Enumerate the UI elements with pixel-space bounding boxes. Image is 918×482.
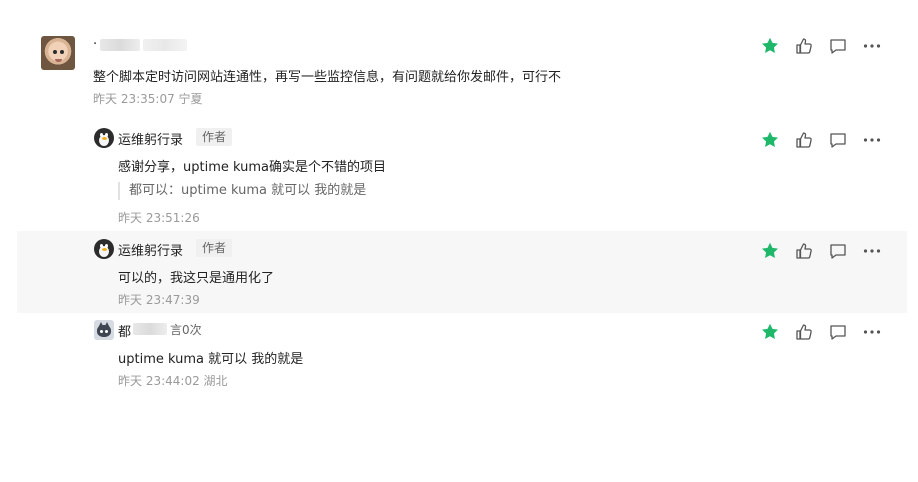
star-icon[interactable] [760, 322, 780, 342]
comment-actions [760, 36, 884, 56]
comment-time: 昨天 23:47:39 [118, 293, 200, 307]
blurred-author-extra [143, 39, 187, 51]
comment-text: 感谢分享，uptime kuma确实是个不错的项目 [118, 160, 386, 175]
author-avatar[interactable] [94, 128, 114, 148]
comment-time: 昨天 23:44:02 湖北 [118, 374, 228, 388]
comment-text: 可以的，我这只是通用化了 [118, 271, 275, 286]
star-icon[interactable] [760, 130, 780, 150]
author-name[interactable]: · [93, 37, 97, 52]
star-icon[interactable] [760, 36, 780, 56]
comment-time: 昨天 23:51:26 [118, 211, 200, 225]
comment-actions [760, 241, 884, 261]
thumbs-up-icon[interactable] [794, 130, 814, 150]
user-avatar[interactable] [41, 36, 75, 70]
more-icon[interactable] [862, 130, 882, 150]
author-name[interactable]: 运维躬行录 [118, 240, 183, 259]
author-avatar[interactable] [94, 320, 114, 340]
comment-icon[interactable] [828, 241, 848, 261]
author-extra: 言0次 [170, 323, 202, 337]
comment-time: 昨天 23:35:07 宁夏 [93, 92, 203, 106]
comment-list: · 整个脚本定时访问网站连通性，再写一些监控信息，有问题就给你发邮件，可行不 昨… [0, 0, 918, 482]
more-icon[interactable] [862, 36, 882, 56]
more-icon[interactable] [862, 322, 882, 342]
author-name[interactable]: 运维躬行录 [118, 129, 183, 148]
comment-icon[interactable] [828, 130, 848, 150]
quoted-text: 都可以：uptime kuma 就可以 我的就是 [118, 182, 366, 200]
comment-text: 整个脚本定时访问网站连通性，再写一些监控信息，有问题就给你发邮件，可行不 [93, 70, 562, 85]
more-icon[interactable] [862, 241, 882, 261]
blurred-author-name [133, 323, 167, 335]
comment-text: uptime kuma 就可以 我的就是 [118, 352, 304, 367]
author-tag: 作者 [196, 128, 233, 146]
thumbs-up-icon[interactable] [794, 241, 814, 261]
author-avatar[interactable] [94, 239, 114, 259]
comment-icon[interactable] [828, 36, 848, 56]
comment-actions [760, 322, 884, 342]
author-tag: 作者 [196, 239, 233, 257]
star-icon[interactable] [760, 241, 780, 261]
comment-actions [760, 130, 884, 150]
comment-icon[interactable] [828, 322, 848, 342]
thumbs-up-icon[interactable] [794, 36, 814, 56]
author-name[interactable]: 都 [118, 321, 131, 340]
blurred-author-name [100, 39, 140, 51]
thumbs-up-icon[interactable] [794, 322, 814, 342]
